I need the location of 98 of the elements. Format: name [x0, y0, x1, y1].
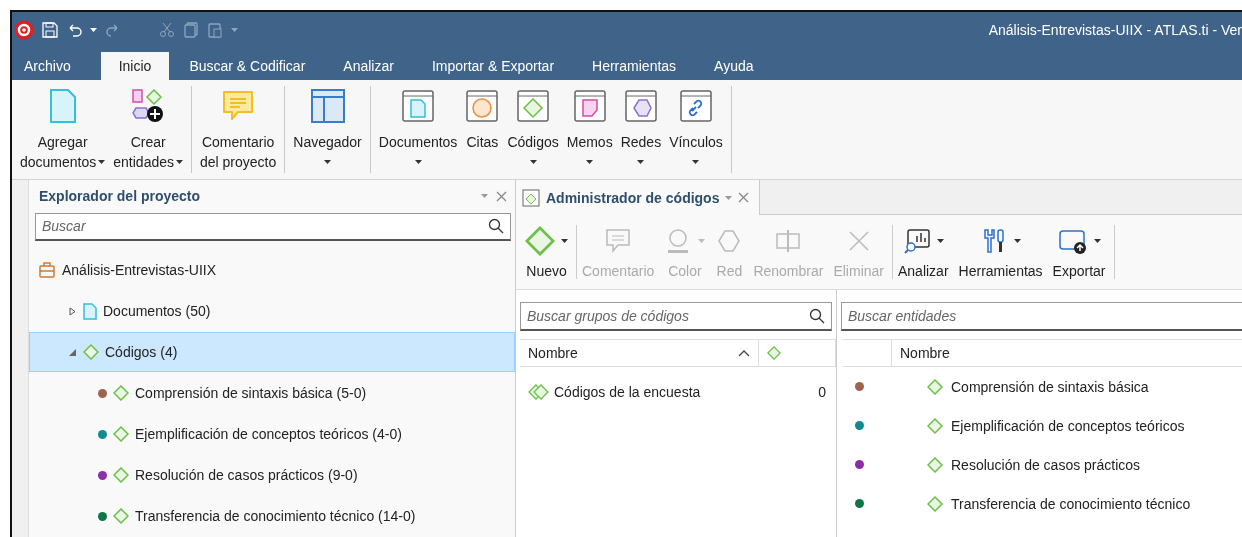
caret-icon: [231, 28, 238, 32]
document-tab[interactable]: Administrador de códigos: [516, 180, 761, 215]
close-icon[interactable]: [738, 192, 750, 203]
menu-tab[interactable]: Herramientas: [584, 52, 695, 80]
table-cell: Ejemplificación de conceptos teóricos: [951, 417, 1185, 434]
diamond-icon: [525, 226, 555, 256]
tree-item[interactable]: Análisis-Entrevistas-UIIX: [29, 250, 515, 290]
layout-icon: [309, 88, 346, 124]
ribbon-button[interactable]: Memos: [564, 86, 615, 173]
ribbon-button[interactable]: Agregar documentos: [18, 86, 108, 173]
document-window-icon: [401, 89, 436, 123]
table-cell: Transferencia de conocimiento técnico: [951, 495, 1191, 512]
toolbar-button[interactable]: Exportar: [1047, 225, 1115, 279]
window-title: Análisis-Entrevistas-UIIX - ATLAS.ti - Ver: [988, 22, 1242, 38]
copy-icon[interactable]: [183, 22, 199, 38]
close-icon[interactable]: [496, 190, 507, 202]
table-cell: Resolución de casos prácticos: [951, 456, 1141, 473]
code-window-icon: [516, 89, 551, 123]
ribbon-button[interactable]: Crear entidades: [111, 86, 185, 173]
ribbon-button[interactable]: Códigos: [505, 86, 561, 173]
scissors-icon[interactable]: [159, 22, 175, 38]
rename-icon: [774, 227, 803, 255]
diamond-icon: [113, 426, 129, 442]
menu-tab[interactable]: Archivo: [16, 52, 89, 80]
link-window-icon: [678, 89, 713, 123]
tree-item-label: Transferencia de conocimiento técnico (14-0): [135, 508, 416, 524]
briefcase-icon: [38, 261, 56, 279]
tree-item[interactable]: Documentos (50): [29, 291, 515, 331]
tree-item[interactable]: Ejemplificación de conceptos teóricos (4-0): [29, 414, 515, 454]
speech-bubble-icon: [604, 227, 633, 255]
diamond-icon: [927, 456, 943, 473]
list-row[interactable]: Códigos de la encuesta 0: [516, 373, 836, 411]
column-header[interactable]: Nombre: [892, 340, 1242, 366]
diamond-icon: [927, 495, 943, 512]
diamond-icon: [927, 378, 943, 395]
collapsed-arrow-icon[interactable]: [68, 306, 77, 316]
diamond-icon: [83, 344, 99, 360]
tree-item-label: Comprensión de sintaxis básica (5-0): [135, 385, 367, 401]
memo-window-icon: [572, 89, 607, 123]
ribbon-button[interactable]: Citas: [463, 86, 502, 173]
search-icon: [488, 218, 504, 235]
menu-tab[interactable]: Buscar & Codificar: [181, 52, 324, 80]
export-icon: [1057, 227, 1088, 255]
diamond-icon: [927, 417, 943, 434]
diamond-icon: [767, 346, 781, 360]
sort-ascending-icon: [738, 349, 750, 357]
tree-item[interactable]: Transferencia de conocimiento técnico (14-0): [29, 496, 515, 536]
double-diamond-icon: [528, 384, 550, 400]
ribbon-button[interactable]: Navegador: [291, 86, 364, 173]
toolbar-button[interactable]: Herramientas: [953, 225, 1048, 279]
document-icon: [47, 88, 78, 124]
list-row[interactable]: Comprensión de sintaxis básica: [839, 367, 1242, 406]
ribbon-button[interactable]: Redes: [618, 86, 664, 173]
ribbon-button[interactable]: Vínculos: [667, 86, 725, 173]
search-field[interactable]: Buscar: [35, 212, 511, 241]
quote-window-icon: [465, 89, 500, 123]
tree-item[interactable]: Comprensión de sintaxis básica (5-0): [29, 373, 515, 413]
chart-magnifier-icon: [902, 227, 931, 255]
tree-item[interactable]: Códigos (4): [29, 332, 515, 372]
diamond-icon: [113, 508, 129, 524]
paste-icon[interactable]: [207, 22, 223, 38]
search-input[interactable]: Buscar: [42, 213, 488, 239]
table-cell: Comprensión de sintaxis básica: [951, 378, 1149, 395]
diamond-icon: [113, 385, 129, 401]
document-icon: [83, 302, 97, 320]
table-cell: 0: [818, 384, 826, 400]
tree-item-label: Resolución de casos prácticos (9-0): [135, 467, 358, 483]
app-logo-icon: [14, 20, 34, 40]
expanded-arrow-icon[interactable]: [68, 347, 77, 357]
save-icon[interactable]: [42, 22, 58, 38]
list-row[interactable]: Transferencia de conocimiento técnico: [839, 484, 1242, 523]
list-row[interactable]: Ejemplificación de conceptos teóricos: [839, 406, 1242, 445]
column-header[interactable]: Nombre: [520, 340, 759, 366]
tree-item-label: Códigos (4): [105, 344, 178, 360]
menu-tab[interactable]: Importar & Exportar: [423, 52, 573, 80]
tree-item-label: Análisis-Entrevistas-UIIX: [62, 262, 217, 278]
search-input[interactable]: Buscar grupos de códigos: [527, 303, 809, 329]
code-window-icon: [522, 188, 540, 207]
tree-item[interactable]: Resolución de casos prácticos (9-0): [29, 455, 515, 495]
menu-tab[interactable]: Ayuda: [706, 52, 772, 80]
ribbon-button[interactable]: Documentos: [376, 86, 460, 173]
network-window-icon: [623, 89, 658, 123]
menu-tab[interactable]: Inicio: [100, 52, 170, 80]
menu-tab[interactable]: Analizar: [335, 52, 412, 80]
caret-icon: [90, 28, 97, 32]
caret-icon: [481, 194, 488, 199]
list-row[interactable]: Resolución de casos prácticos: [839, 445, 1242, 484]
toolbar-button[interactable]: Analizar: [893, 225, 954, 279]
search-field[interactable]: Buscar grupos de códigos: [520, 302, 832, 331]
diamond-icon: [113, 467, 129, 483]
ribbon-button[interactable]: Comentario del proyecto: [198, 86, 279, 173]
table-cell-text: Códigos de la encuesta: [554, 384, 702, 400]
panel-title: Explorador del proyecto: [39, 188, 201, 205]
tree-item-label: Ejemplificación de conceptos teóricos (4-0): [135, 426, 402, 442]
search-icon: [809, 308, 825, 324]
tree-item-label: Documentos (50): [103, 303, 211, 319]
toolbar-button[interactable]: Nuevo: [520, 225, 577, 279]
caret-icon: [725, 195, 733, 200]
